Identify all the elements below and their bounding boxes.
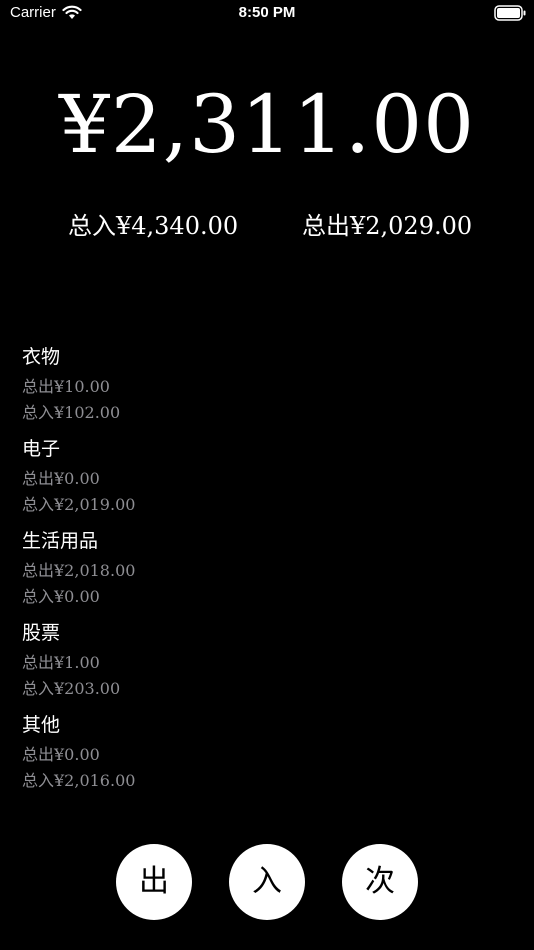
category-name: 其他: [22, 714, 61, 736]
category-item-daily-goods[interactable]: 生活用品 总出¥2,018.00 总入¥0.00: [22, 524, 502, 616]
add-count-button[interactable]: 次: [342, 844, 418, 920]
category-name: 生活用品: [22, 530, 99, 552]
category-expense: 总出¥2,018.00: [22, 561, 136, 580]
category-name: 电子: [22, 438, 61, 460]
category-income: 总入¥203.00: [22, 679, 121, 698]
add-expense-button[interactable]: 出: [116, 844, 192, 920]
category-item-clothing[interactable]: 衣物 总出¥10.00 总入¥102.00: [22, 340, 502, 432]
category-item-other[interactable]: 其他 总出¥0.00 总入¥2,016.00: [22, 708, 502, 800]
category-name: 衣物: [22, 346, 61, 368]
category-expense: 总出¥0.00: [22, 469, 100, 488]
total-income: 总入¥4,340.00: [68, 212, 239, 240]
status-time: 8:50 PM: [238, 4, 296, 21]
add-income-button[interactable]: 入: [229, 844, 305, 920]
category-expense: 总出¥1.00: [22, 653, 100, 672]
category-item-electronics[interactable]: 电子 总出¥0.00 总入¥2,019.00: [22, 432, 502, 524]
battery-icon: [494, 5, 526, 21]
action-bar: 出 入 次: [0, 844, 534, 920]
balance-amount: ¥2,311.00: [58, 78, 476, 171]
status-bar: Carrier 8:50 PM: [0, 0, 534, 30]
category-expense: 总出¥10.00: [22, 377, 110, 396]
category-income: 总入¥2,016.00: [22, 771, 136, 790]
category-item-stocks[interactable]: 股票 总出¥1.00 总入¥203.00: [22, 616, 502, 708]
category-list: 衣物 总出¥10.00 总入¥102.00 电子 总出¥0.00 总入¥2,01…: [22, 340, 502, 800]
total-expense: 总出¥2,029.00: [302, 212, 473, 240]
category-income: 总入¥2,019.00: [22, 495, 136, 514]
category-expense: 总出¥0.00: [22, 745, 100, 764]
category-income: 总入¥0.00: [22, 587, 100, 606]
category-name: 股票: [22, 622, 61, 644]
category-income: 总入¥102.00: [22, 403, 121, 422]
